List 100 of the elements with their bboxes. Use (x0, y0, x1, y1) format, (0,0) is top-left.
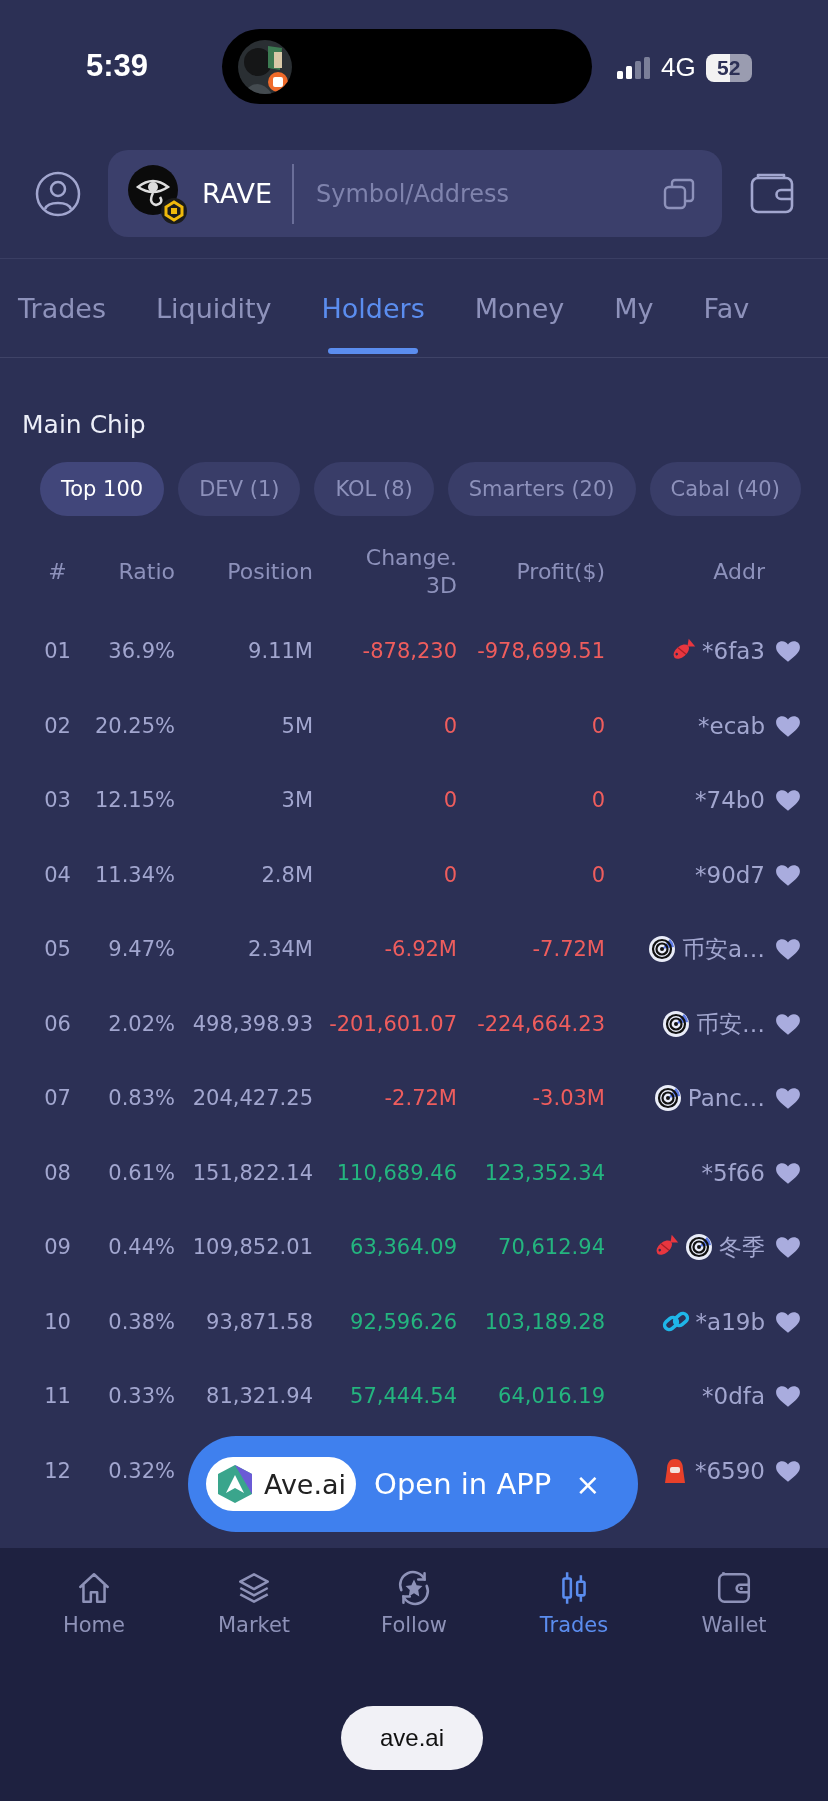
radar-icon (685, 1233, 713, 1262)
nav-item[interactable]: Home (24, 1568, 164, 1638)
heart-icon[interactable] (775, 862, 801, 887)
table-cell-text: 20.25% (93, 712, 175, 740)
holder-address[interactable]: Panc… (687, 1082, 765, 1115)
table-cell-text: 81,321.94 (205, 1383, 313, 1411)
table-cell-text: 0 (590, 712, 605, 740)
table-cell-text: 2.8M (260, 861, 313, 889)
section-title: Main Chip (22, 409, 147, 441)
table-cell-text: 63,364.09 (349, 1234, 457, 1262)
tab[interactable]: Liquidity (156, 259, 272, 357)
table-cell-text: 0.83% (107, 1085, 175, 1113)
holder-address[interactable]: *6fa3 (702, 635, 765, 668)
heart-icon[interactable] (775, 1309, 801, 1334)
column-header: Change. 3D (364, 544, 457, 600)
table-cell-text: 123,352.34 (483, 1159, 605, 1187)
table-cell-text: 0.33% (107, 1383, 175, 1411)
holder-address[interactable]: 冬季 (719, 1231, 765, 1264)
table-cell-text: 03 (43, 787, 72, 815)
table-cell-text: 3M (280, 787, 313, 815)
table-cell-text: 0.38% (107, 1308, 175, 1336)
profile-icon[interactable] (34, 169, 82, 218)
radar-icon (653, 1084, 682, 1113)
holder-address[interactable]: *0dfa (702, 1380, 765, 1413)
holder-address[interactable]: 币安a… (681, 933, 765, 966)
tab[interactable]: Fav (703, 259, 750, 357)
tab[interactable]: Holders (321, 259, 425, 357)
close-button[interactable]: × (569, 1466, 607, 1502)
tab[interactable]: Money (474, 259, 565, 357)
table-cell-text: -978,699.51 (476, 638, 605, 666)
table-cell-text: 151,822.14 (191, 1159, 313, 1187)
table-cell-text: 0 (590, 787, 605, 815)
holder-address[interactable]: *ecab (698, 709, 765, 742)
table-cell-text: -7.72M (531, 936, 605, 964)
table-cell-text: 07 (43, 1085, 72, 1113)
table-cell-text: 92,596.26 (349, 1308, 457, 1336)
table-cell-text: 0 (442, 787, 457, 815)
heart-icon[interactable] (775, 937, 801, 962)
open-in-app-banner[interactable]: Ave.ai Open in APP × (188, 1436, 638, 1532)
table-cell-text: 70,612.94 (497, 1234, 605, 1262)
table-cell-text: 64,016.19 (497, 1383, 605, 1411)
radar-icon (662, 1009, 690, 1038)
table-cell-text: 08 (43, 1159, 72, 1187)
heart-icon[interactable] (775, 1011, 801, 1036)
heart-icon[interactable] (775, 788, 801, 813)
table-cell-text: 0 (442, 712, 457, 740)
table-cell-text: 05 (43, 936, 72, 964)
copy-icon[interactable] (662, 176, 696, 211)
nav-item[interactable]: Market (184, 1568, 324, 1638)
nav-item[interactable]: Wallet (664, 1568, 804, 1638)
filter-chip[interactable]: Top 100 (40, 462, 165, 516)
table-cell-text: 11 (43, 1383, 72, 1411)
filter-chip[interactable]: KOL (8) (314, 462, 434, 516)
table-cell-text: 204,427.25 (191, 1085, 313, 1113)
filter-chip[interactable]: Smarters (20) (447, 462, 636, 516)
table-cell-text: -6.92M (383, 936, 457, 964)
table-cell-text: 36.9% (107, 638, 175, 666)
banner-text: Open in APP (374, 1467, 552, 1501)
table-cell-text: -878,230 (361, 638, 457, 666)
column-header: # (48, 558, 67, 586)
table-cell-text: 57,444.54 (349, 1383, 457, 1411)
heart-icon[interactable] (775, 639, 801, 664)
heart-icon[interactable] (775, 1384, 801, 1409)
holder-address[interactable]: *5f66 (701, 1156, 765, 1189)
column-header: Addr (713, 558, 765, 586)
filter-chip[interactable]: DEV (1) (178, 462, 301, 516)
tab[interactable]: Trades (18, 259, 106, 357)
holder-address[interactable]: *a19b (695, 1305, 765, 1338)
table-cell-text: 93,871.58 (205, 1308, 313, 1336)
app-name: Ave.ai (264, 1468, 347, 1500)
heart-icon[interactable] (775, 1235, 801, 1260)
table-cell-text: -2.72M (383, 1085, 457, 1113)
holder-address[interactable]: *6590 (694, 1454, 765, 1487)
search-bar[interactable]: RAVE Symbol/Address (108, 150, 722, 237)
table-cell-text: 0 (590, 861, 605, 889)
table-cell-text: 02 (43, 712, 72, 740)
filter-chip[interactable]: Cabal (40) (649, 462, 801, 516)
network-label: 4G (661, 52, 696, 83)
search-field[interactable]: Symbol/Address (313, 178, 662, 209)
nav-item[interactable]: Trades (504, 1568, 644, 1638)
nav-item[interactable]: Follow (344, 1568, 484, 1638)
holder-address[interactable]: *90d7 (695, 858, 765, 891)
table-cell-text: 0.32% (107, 1457, 175, 1485)
status-time: 5:39 (86, 48, 149, 84)
holder-address[interactable]: 币安… (696, 1007, 765, 1040)
battery-indicator: 52 (705, 53, 752, 82)
table-cell-text: 06 (43, 1010, 72, 1038)
heart-icon[interactable] (775, 1160, 801, 1185)
url-bar[interactable]: ave.ai (341, 1706, 483, 1770)
heart-icon[interactable] (775, 713, 801, 738)
heart-icon[interactable] (775, 1458, 801, 1483)
tab[interactable]: My (614, 259, 654, 357)
table-cell-text: 0 (442, 861, 457, 889)
table-cell-text: 0.44% (107, 1234, 175, 1262)
table-cell-text: 12 (43, 1457, 72, 1485)
table-cell-text: 10 (43, 1308, 72, 1336)
column-header: Position (227, 558, 313, 586)
table-cell-text: 12.15% (93, 787, 175, 815)
heart-icon[interactable] (775, 1086, 801, 1111)
holder-address[interactable]: *74b0 (695, 784, 765, 817)
